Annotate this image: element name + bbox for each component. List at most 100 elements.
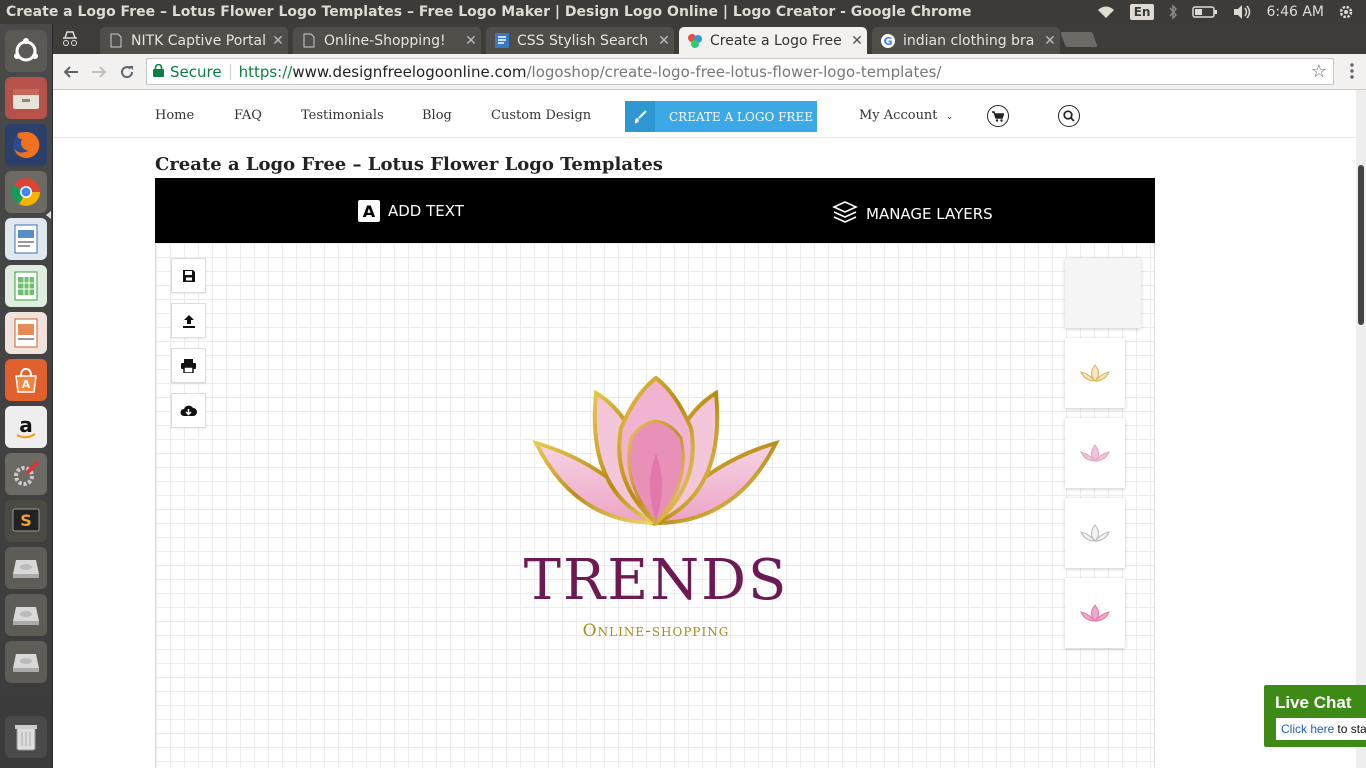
dash-icon[interactable] (5, 30, 47, 72)
secure-indicator[interactable]: Secure (147, 63, 222, 81)
new-tab-button[interactable] (1060, 32, 1098, 47)
incognito-icon (61, 30, 79, 48)
nav-faq[interactable]: FAQ (234, 108, 262, 123)
nav-custom-design[interactable]: Custom Design (491, 108, 591, 123)
unity-launcher: A a S (0, 24, 53, 768)
tab-css-stylish-search[interactable]: CSS Stylish Search E ✕ (486, 27, 674, 54)
settings-gear-icon[interactable] (1338, 4, 1354, 20)
scrollbar-thumb[interactable] (1358, 165, 1364, 325)
volume-icon[interactable] (1232, 4, 1252, 20)
url-scheme: https:// (238, 62, 293, 81)
system-tray: En 6:46 AM (1096, 0, 1366, 24)
drive-icon[interactable] (5, 547, 47, 589)
close-tab-icon[interactable]: ✕ (654, 33, 674, 49)
cta-label: CREATE A LOGO FREE (669, 109, 813, 124)
amazon-icon[interactable]: a (5, 406, 47, 448)
os-top-panel: Create a Logo Free – Lotus Flower Logo T… (0, 0, 1366, 24)
address-bar[interactable]: Secure https://www.designfreelogoonline.… (146, 58, 1334, 85)
document-icon (494, 33, 510, 49)
logo-editor-canvas[interactable]: TRENDS Online-shopping (155, 243, 1155, 768)
live-chat-widget[interactable]: Live Chat Click here to start (1264, 685, 1366, 747)
logo-tagline[interactable]: Online-shopping (456, 621, 856, 641)
nav-home[interactable]: Home (155, 108, 194, 123)
svg-text:G: G (883, 35, 892, 48)
tab-label: CSS Stylish Search E (517, 32, 654, 49)
svg-text:S: S (20, 511, 32, 530)
lotus-icon (1080, 524, 1110, 542)
upload-icon[interactable] (171, 303, 206, 338)
trash-icon[interactable] (5, 716, 47, 758)
save-icon[interactable] (171, 258, 206, 293)
site-navigation: Home FAQ Testimonials Blog Custom Design… (53, 90, 1356, 138)
live-chat-link[interactable]: Click here (1281, 722, 1334, 736)
lotus-icon (1080, 604, 1110, 622)
logo-brand-name[interactable]: TRENDS (456, 548, 856, 613)
files-icon[interactable] (5, 77, 47, 119)
live-chat-prompt: Click here to start (1276, 718, 1366, 740)
url-host: www.designfreelogoonline.com (292, 62, 527, 81)
page-title: Create a Logo Free – Lotus Flower Logo T… (155, 154, 663, 175)
page-viewport: Home FAQ Testimonials Blog Custom Design… (53, 90, 1356, 768)
clock[interactable]: 6:46 AM (1266, 4, 1324, 20)
tab-label: NITK Captive Portal (131, 32, 266, 49)
page-icon (108, 33, 124, 49)
page-icon (301, 33, 317, 49)
print-icon[interactable] (171, 348, 206, 383)
live-chat-title: Live Chat (1275, 693, 1352, 712)
add-text-button[interactable]: A ADD TEXT (358, 200, 464, 222)
tab-indian-clothing[interactable]: G indian clothing bra ✕ (872, 27, 1060, 54)
cart-icon[interactable] (987, 105, 1009, 127)
logo-template-thumbnail[interactable] (1065, 578, 1125, 648)
nav-blog[interactable]: Blog (422, 108, 452, 123)
reload-icon[interactable] (117, 62, 137, 82)
nav-testimonials[interactable]: Testimonials (301, 108, 384, 123)
drive-icon[interactable] (5, 594, 47, 636)
system-settings-icon[interactable] (5, 453, 47, 495)
impress-icon[interactable] (5, 312, 47, 354)
tab-online-shopping[interactable]: Online-Shopping! ✕ (293, 27, 481, 54)
battery-icon[interactable] (1192, 5, 1218, 19)
firefox-icon[interactable] (5, 124, 47, 166)
back-arrow-icon[interactable] (61, 62, 81, 82)
close-tab-icon[interactable]: ✕ (268, 33, 288, 49)
logo-template-thumbnail[interactable] (1065, 418, 1125, 488)
create-logo-free-button[interactable]: CREATE A LOGO FREE (625, 101, 817, 132)
wifi-icon[interactable] (1096, 5, 1116, 19)
bookmark-star-icon[interactable]: ☆ (1311, 61, 1327, 82)
browser-toolbar: Secure https://www.designfreelogoonline.… (53, 54, 1366, 90)
logo-template-thumbnail[interactable] (1065, 338, 1125, 408)
forward-arrow-icon[interactable] (89, 62, 109, 82)
add-text-label: ADD TEXT (388, 202, 464, 220)
manage-layers-button[interactable]: MANAGE LAYERS (832, 200, 993, 228)
designfreelogo-favicon (687, 33, 703, 49)
close-tab-icon[interactable]: ✕ (1040, 33, 1060, 49)
sublime-text-icon[interactable]: S (5, 500, 47, 542)
software-center-icon[interactable]: A (5, 359, 47, 401)
lotus-icon (1080, 444, 1110, 462)
secure-label: Secure (170, 62, 222, 81)
cloud-download-icon[interactable] (171, 393, 206, 428)
close-tab-icon[interactable]: ✕ (461, 33, 481, 49)
close-tab-icon[interactable]: ✕ (847, 33, 867, 49)
calc-icon[interactable] (5, 265, 47, 307)
page-scrollbar[interactable] (1356, 90, 1366, 768)
bluetooth-icon[interactable] (1168, 4, 1178, 20)
lock-icon (153, 63, 164, 81)
layers-icon (832, 200, 858, 228)
search-icon[interactable] (1058, 105, 1080, 127)
keyboard-language-indicator[interactable]: En (1129, 4, 1155, 20)
chrome-menu-icon[interactable] (1350, 63, 1354, 79)
chrome-icon[interactable] (5, 171, 47, 213)
tab-label: Create a Logo Free (710, 32, 842, 49)
editor-toolbar: A ADD TEXT MANAGE LAYERS (155, 178, 1155, 243)
svg-text:A: A (22, 378, 31, 391)
tab-label: Online-Shopping! (324, 32, 446, 49)
tab-nitk-captive-portal[interactable]: NITK Captive Portal ✕ (100, 27, 288, 54)
nav-my-account[interactable]: My Account ⌄ (859, 108, 953, 123)
drive-icon[interactable] (5, 641, 47, 683)
logo-template-thumbnail[interactable] (1065, 258, 1141, 328)
lotus-flower-logo-art[interactable] (516, 373, 796, 543)
logo-template-thumbnail[interactable] (1065, 498, 1125, 568)
writer-icon[interactable] (5, 218, 47, 260)
tab-create-a-logo-free[interactable]: Create a Logo Free ✕ (679, 27, 867, 54)
